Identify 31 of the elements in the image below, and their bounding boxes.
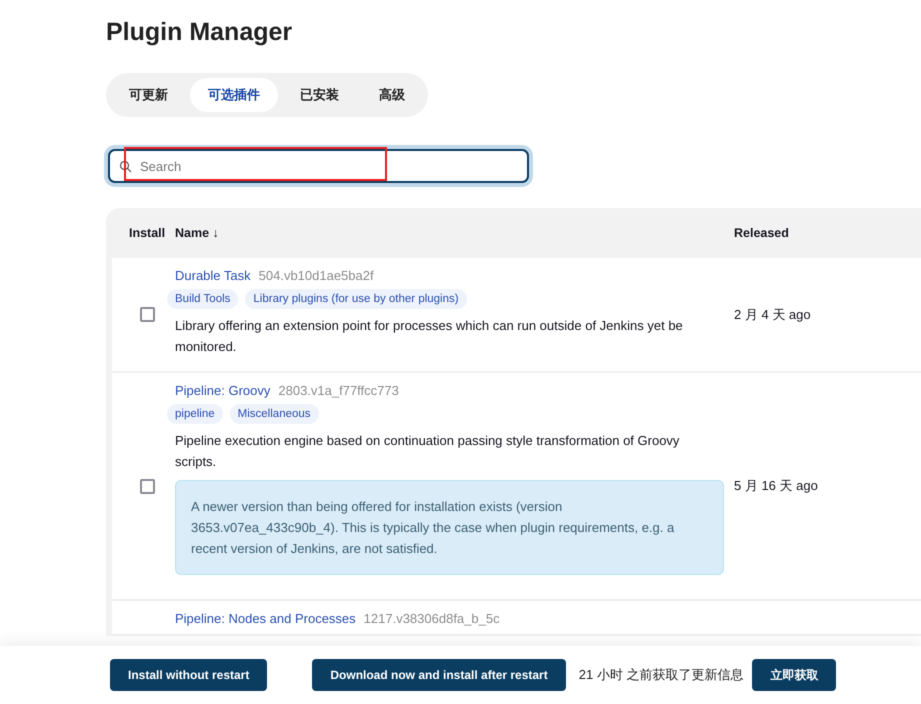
column-header: Released: [734, 226, 789, 240]
page-title: Plugin Manager: [106, 18, 294, 47]
plugin-link[interactable]: Durable Task: [175, 268, 251, 283]
version-notice: A newer version than being offered for installation exists (version 3653.v07ea_433c90b_4). This is typically the case when plugin requirements, e.g. a recent version of Jenkins, are not satisfied.: [175, 480, 724, 575]
install-button[interactable]: Install without restart: [110, 659, 268, 691]
column-header[interactable]: Name ↓: [175, 226, 219, 240]
plugin-version: 504.vb10d1ae5ba2f: [258, 268, 374, 283]
release-date: 2 月 4 天 ago: [734, 306, 812, 324]
release-date: 5 月 16 天 ago: [734, 477, 819, 495]
plugin-link[interactable]: Pipeline: Nodes and Processes: [175, 611, 356, 626]
plugin-description: Pipeline execution engine based on continuation passing style transformation of Groovy scripts.: [175, 432, 680, 471]
search-icon: [119, 160, 132, 173]
tab[interactable]: 已安装: [282, 78, 357, 112]
install-checkbox[interactable]: [140, 307, 155, 322]
search-field[interactable]: Search: [108, 149, 529, 183]
plugin-version: 1217.v38306d8fa_b_5c: [364, 611, 500, 626]
plugin-link[interactable]: Pipeline: Groovy: [175, 383, 270, 398]
tab[interactable]: 可更新: [111, 78, 186, 112]
category-tag[interactable]: Library plugins (for use by other plugins): [245, 289, 467, 309]
download-button[interactable]: Download now and install after restart: [312, 659, 566, 691]
install-checkbox[interactable]: [140, 478, 155, 494]
refresh-button[interactable]: 立即获取: [752, 659, 836, 691]
tab[interactable]: 高级: [361, 78, 423, 112]
category-tag[interactable]: pipeline: [167, 404, 223, 424]
tab[interactable]: 可选插件: [190, 78, 278, 112]
category-tag[interactable]: Miscellaneous: [230, 404, 319, 424]
plugin-description: Library offering an extension point for processes which can run outside of Jenkins yet be monitored.: [175, 317, 684, 356]
column-header: Install: [128, 226, 166, 240]
category-tag[interactable]: Build Tools: [167, 289, 238, 309]
update-status: 21 小时 之前获取了更新信息: [578, 666, 744, 684]
plugin-version: 2803.v1a_f77ffcc773: [278, 383, 399, 398]
